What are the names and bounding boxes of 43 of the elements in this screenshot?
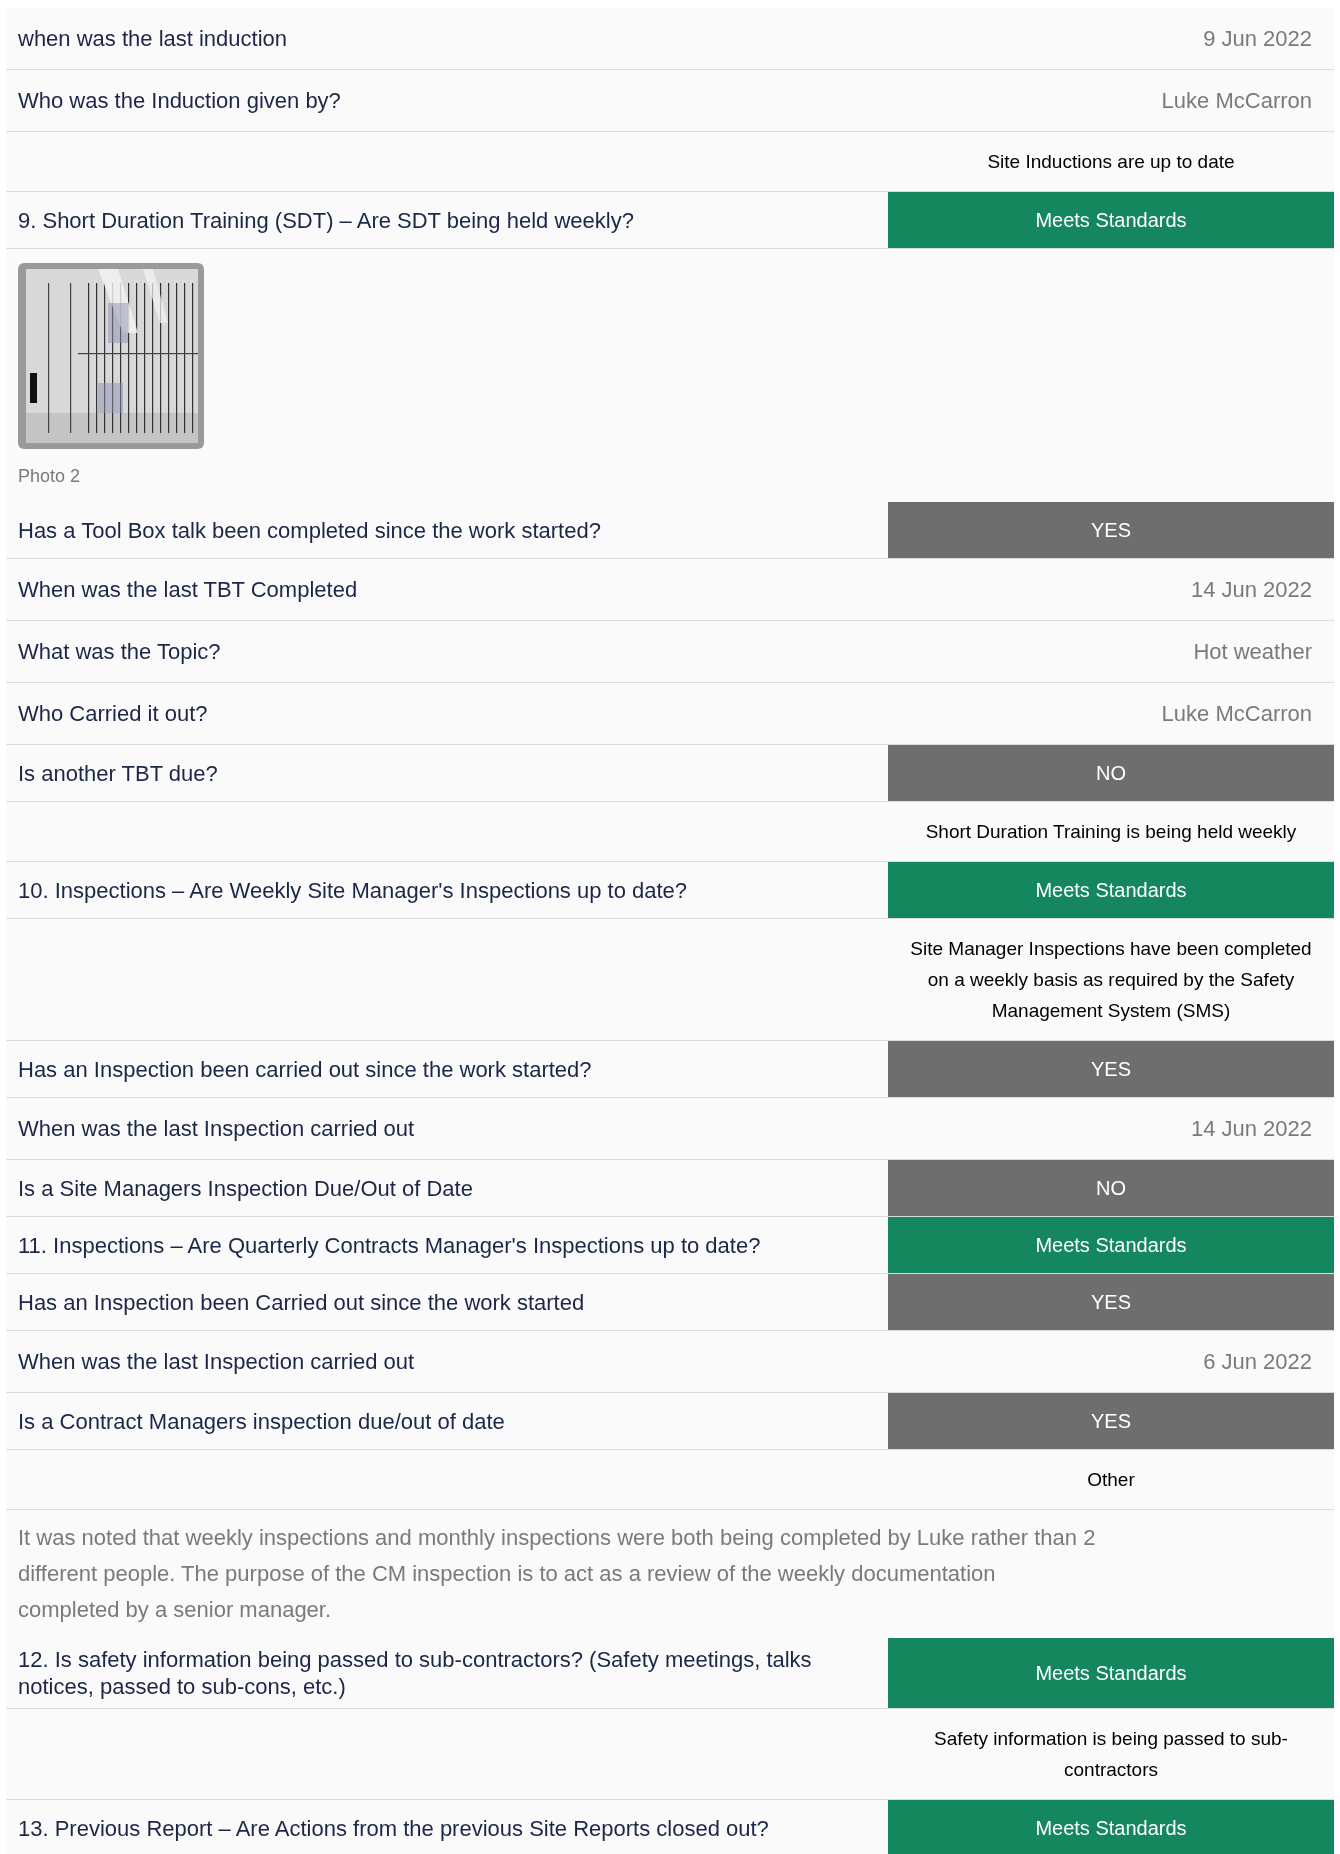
answer-badge: Meets Standards xyxy=(888,192,1334,248)
question-text: When was the last TBT Completed xyxy=(18,576,358,603)
answer-badge: Meets Standards xyxy=(888,1800,1334,1854)
answer-badge: YES xyxy=(888,1393,1334,1449)
answer-badge: YES xyxy=(888,502,1334,558)
comment-text: Site Inductions are up to date xyxy=(986,150,1236,174)
question-text: Who Carried it out? xyxy=(18,700,208,727)
answer-value: 14 Jun 2022 xyxy=(1190,1115,1312,1143)
question-text: What was the Topic? xyxy=(18,638,221,665)
question-text: 11. Inspections – Are Quarterly Contracts Manager's Inspections up to date? xyxy=(18,1231,761,1259)
question-text: 10. Inspections – Are Weekly Site Manager's Inspections up to date? xyxy=(18,876,688,904)
comment-text: Safety information is being passed to sub-contractors xyxy=(933,1727,1289,1782)
note-text: It was noted that weekly inspections and monthly inspections were both being completed by Luke rather than 2 different people. The purpose of the CM inspection is to act as a review of the weekly documentation completed by a senior manager. xyxy=(18,1524,1097,1624)
question-text: Is a Site Managers Inspection Due/Out of Date xyxy=(18,1174,473,1202)
photo-caption: Photo 2 xyxy=(18,465,81,488)
answer-badge: YES xyxy=(888,1274,1334,1330)
answer-value: 9 Jun 2022 xyxy=(1203,25,1312,53)
answer-badge: Meets Standards xyxy=(888,1638,1334,1708)
comment-text: Short Duration Training is being held weekly xyxy=(924,820,1298,844)
question-text: 13. Previous Report – Are Actions from the previous Site Reports closed out? xyxy=(18,1814,769,1842)
question-text: When was the last Inspection carried out xyxy=(18,1348,415,1375)
question-text: Has an Inspection been carried out since the work started? xyxy=(18,1055,592,1083)
answer-value: 14 Jun 2022 xyxy=(1190,576,1312,604)
comment-text: Other xyxy=(1086,1468,1136,1492)
answer-value: Hot weather xyxy=(1193,638,1312,666)
answer-badge: NO xyxy=(888,745,1334,801)
question-text: Who was the Induction given by? xyxy=(18,87,341,114)
comment-text: Site Manager Inspections have been completed on a weekly basis as required by the Safety Management System (SMS) xyxy=(909,937,1313,1023)
question-text: when was the last induction xyxy=(18,25,288,52)
answer-value: Luke McCarron xyxy=(1161,87,1312,115)
question-text: When was the last Inspection carried out xyxy=(18,1115,415,1142)
answer-value: 6 Jun 2022 xyxy=(1203,1348,1312,1376)
question-text: Has an Inspection been Carried out since the work started xyxy=(18,1288,585,1316)
question-text: 12. Is safety information being passed to sub-contractors? (Safety meetings, talks notices, passed to sub-cons, etc.) xyxy=(18,1646,813,1700)
question-text: Is a Contract Managers inspection due/out of date xyxy=(18,1407,505,1435)
answer-badge: Meets Standards xyxy=(888,862,1334,918)
answer-badge: Meets Standards xyxy=(888,1217,1334,1273)
question-text: Has a Tool Box talk been completed since the work started? xyxy=(18,516,601,544)
answer-badge: YES xyxy=(888,1041,1334,1097)
answer-badge: NO xyxy=(888,1160,1334,1216)
question-text: Is another TBT due? xyxy=(18,759,218,787)
question-text: 9. Short Duration Training (SDT) – Are SDT being held weekly? xyxy=(18,206,634,234)
answer-value: Luke McCarron xyxy=(1161,700,1312,728)
